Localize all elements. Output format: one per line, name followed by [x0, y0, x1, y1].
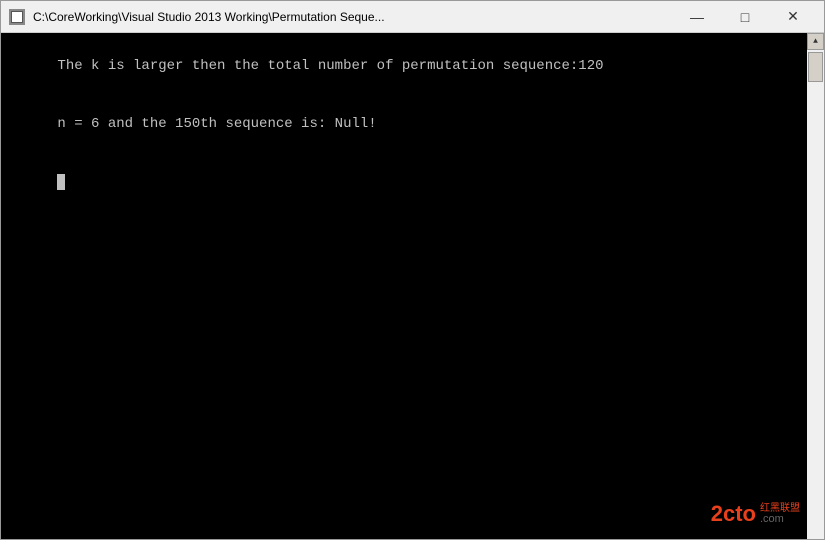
scrollbar[interactable]: ▲ — [807, 33, 824, 539]
maximize-button[interactable]: □ — [722, 5, 768, 29]
window-icon — [9, 9, 25, 25]
console-line-1: The k is larger then the total number of… — [57, 58, 603, 74]
watermark: 2cto 红黑联盟 .com — [711, 501, 800, 527]
title-bar-text: C:\CoreWorking\Visual Studio 2013 Workin… — [33, 10, 666, 24]
console-area: The k is larger then the total number of… — [1, 33, 824, 539]
scrollbar-up-button[interactable]: ▲ — [807, 33, 824, 50]
watermark-cn-text: 红黑联盟 — [760, 504, 800, 514]
scrollbar-thumb[interactable] — [808, 52, 823, 82]
console-output: The k is larger then the total number of… — [1, 33, 807, 539]
close-button[interactable]: ✕ — [770, 5, 816, 29]
watermark-text: 红黑联盟 .com — [760, 504, 800, 525]
console-line-2: n = 6 and the 150th sequence is: Null! — [57, 116, 376, 132]
title-bar-buttons: — □ ✕ — [674, 5, 816, 29]
watermark-com-text: .com — [760, 514, 800, 525]
console-cursor — [57, 174, 65, 190]
title-bar: C:\CoreWorking\Visual Studio 2013 Workin… — [1, 1, 824, 33]
window: C:\CoreWorking\Visual Studio 2013 Workin… — [0, 0, 825, 540]
minimize-button[interactable]: — — [674, 5, 720, 29]
watermark-logo: 2cto — [711, 501, 756, 527]
